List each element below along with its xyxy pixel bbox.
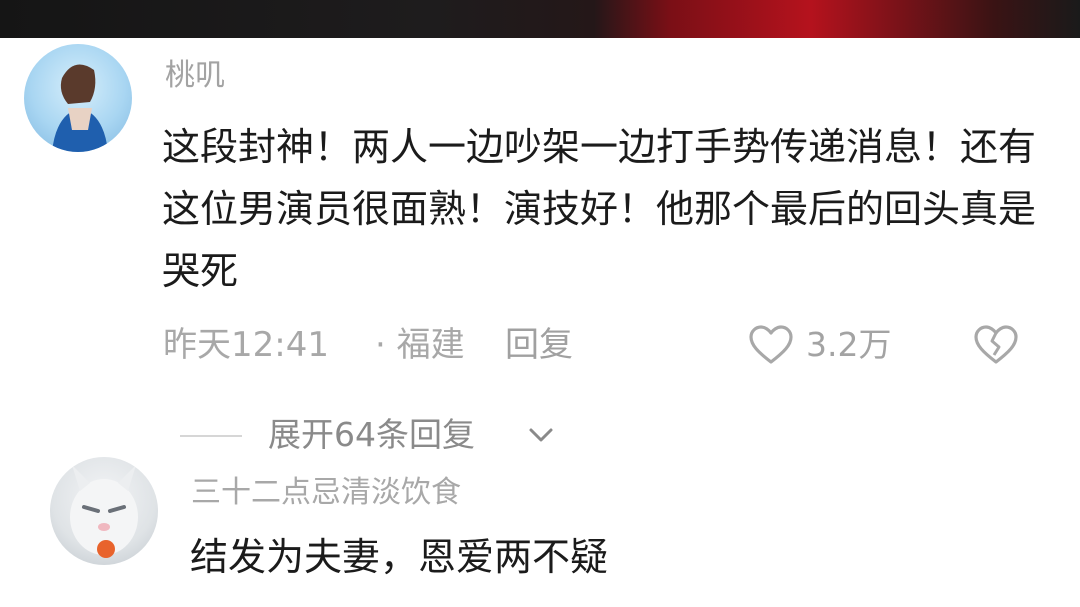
like-count: 3.2万 [806, 325, 892, 364]
avatar[interactable] [24, 44, 132, 152]
comment-region: · 福建 [375, 325, 465, 365]
video-player-edge[interactable] [0, 0, 1080, 38]
chevron-down-icon [529, 428, 553, 442]
divider-line [180, 435, 242, 437]
broken-heart-icon[interactable] [973, 324, 1019, 366]
heart-outline-icon[interactable] [748, 324, 794, 366]
reply-button[interactable]: 回复 [505, 320, 573, 370]
comment-text: 这段封神！两人一边吵架一边打手势传递消息！还有 这位男演员很面熟！演技好！他那个… [162, 125, 1037, 293]
comment-username[interactable]: 三十二点忌清淡饮食 [191, 467, 461, 511]
comment-username[interactable]: 桃叽 [165, 50, 225, 94]
comment-time: 昨天12:41 [163, 325, 329, 365]
avatar[interactable] [50, 457, 158, 565]
expand-replies-label: 展开64条回复 [268, 415, 475, 454]
comment-item: 桃叽 这段封神！两人一边吵架一边打手势传递消息！还有 这位男演员很面熟！演技好！… [0, 38, 1080, 400]
comment-item: 三十二点忌清淡饮食 结发为夫妻，恩爱两不疑 [0, 455, 1080, 607]
comment-meta: 昨天12:41 · 福建 回复 3.2万 [163, 320, 1043, 370]
comment-text: 结发为夫妻，恩爱两不疑 [190, 535, 609, 579]
expand-replies-button[interactable]: 展开64条回复 [180, 412, 600, 458]
